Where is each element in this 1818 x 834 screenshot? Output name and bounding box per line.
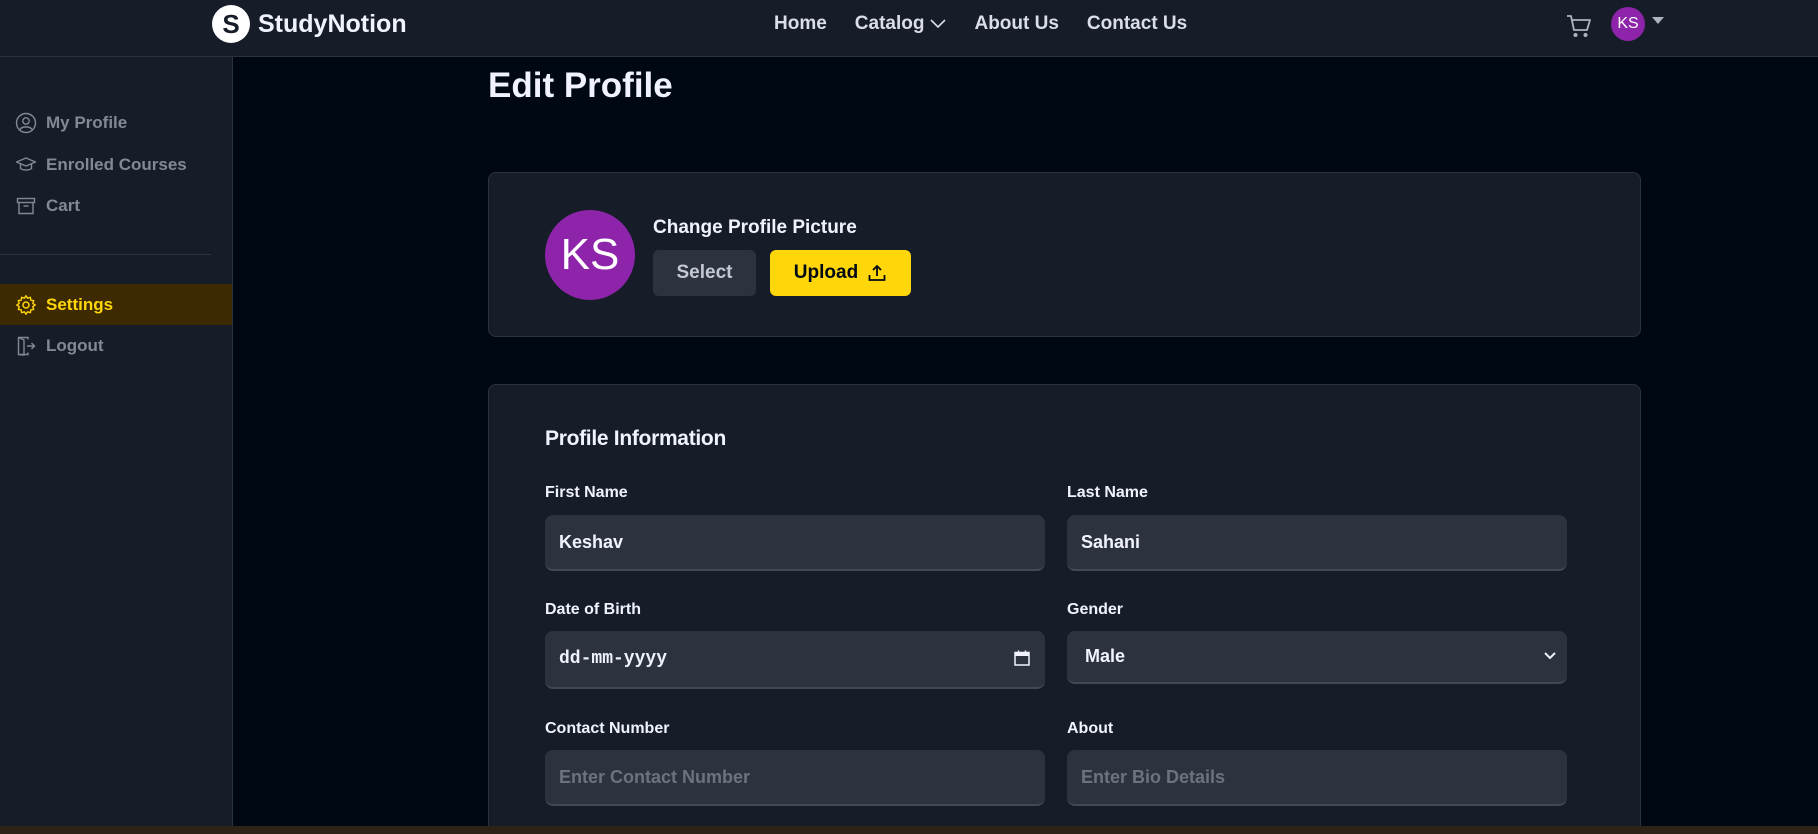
sidebar: My Profile Enrolled Courses Cart Setting… <box>0 57 233 834</box>
logo-mark-icon: S <box>212 5 250 43</box>
last-name-label: Last Name <box>1067 484 1148 501</box>
about-label: About <box>1067 720 1114 737</box>
nav-link-label: Catalog <box>854 13 925 34</box>
sidebar-item-settings[interactable]: Settings <box>0 284 232 325</box>
gender-label: Gender <box>1067 601 1124 618</box>
nav-link-about[interactable]: About Us <box>974 13 1058 35</box>
upload-button[interactable]: Upload <box>770 250 911 296</box>
page-title: Edit Profile <box>488 66 673 105</box>
user-avatar[interactable]: KS <box>1611 7 1645 41</box>
archive-icon <box>16 197 36 214</box>
first-name-input[interactable]: Keshav <box>545 515 1045 571</box>
chevron-down-icon <box>1544 652 1556 660</box>
contact-number-label: Contact Number <box>545 720 670 737</box>
top-navbar: S StudyNotion Home Catalog About Us Cont… <box>0 0 1818 57</box>
logo-text: StudyNotion <box>258 9 407 38</box>
profile-picture-card: KS Change Profile Picture Select Upload <box>488 172 1641 337</box>
sidebar-item-label: Enrolled Courses <box>46 154 187 174</box>
user-circle-icon <box>15 112 37 133</box>
nav-links: Home Catalog About Us Contact Us <box>774 13 1187 35</box>
gear-icon <box>16 294 36 315</box>
nav-link-catalog[interactable]: Catalog <box>855 13 947 35</box>
select-button[interactable]: Select <box>653 250 756 296</box>
sidebar-item-label: Settings <box>46 294 114 314</box>
about-placeholder: Enter Bio Details <box>1081 766 1226 787</box>
graduation-cap-icon <box>15 156 37 171</box>
sidebar-item-label: Logout <box>46 335 104 355</box>
nav-link-label: About Us <box>974 13 1059 34</box>
profile-avatar: KS <box>545 210 635 300</box>
change-picture-label: Change Profile Picture <box>653 217 857 238</box>
sidebar-item-my-profile[interactable]: My Profile <box>0 102 232 143</box>
bottom-edge-strip <box>0 826 1818 834</box>
sidebar-item-label: Cart <box>46 195 81 215</box>
chevron-down-icon <box>930 19 947 29</box>
section-title: Profile Information <box>545 427 726 450</box>
last-name-input[interactable]: Sahani <box>1067 515 1567 571</box>
logout-icon <box>17 336 36 356</box>
nav-link-home[interactable]: Home <box>774 13 827 35</box>
contact-number-input[interactable]: Enter Contact Number <box>545 750 1045 806</box>
sidebar-divider <box>0 254 211 255</box>
upload-button-label: Upload <box>793 262 859 283</box>
upload-icon <box>868 265 886 281</box>
logo[interactable]: S StudyNotion <box>212 5 407 43</box>
dob-label: Date of Birth <box>545 601 641 618</box>
calendar-icon[interactable] <box>1013 649 1031 667</box>
sidebar-item-logout[interactable]: Logout <box>0 325 232 366</box>
caret-down-icon[interactable] <box>1652 17 1664 25</box>
gender-value: Male <box>1085 646 1126 666</box>
about-input[interactable]: Enter Bio Details <box>1067 750 1567 806</box>
profile-information-card: Profile Information First Name Keshav La… <box>488 384 1641 834</box>
cart-icon[interactable] <box>1565 12 1593 40</box>
nav-link-label: Home <box>774 13 827 34</box>
contact-number-placeholder: Enter Contact Number <box>559 766 751 787</box>
first-name-label: First Name <box>545 484 628 501</box>
sidebar-item-cart[interactable]: Cart <box>0 185 232 226</box>
gender-select[interactable]: Male <box>1067 631 1567 684</box>
nav-link-label: Contact Us <box>1086 13 1188 34</box>
dob-value: dd-mm-yyyy <box>559 649 668 669</box>
nav-link-contact[interactable]: Contact Us <box>1087 13 1187 35</box>
dob-input[interactable]: dd-mm-yyyy <box>545 631 1045 689</box>
sidebar-item-enrolled-courses[interactable]: Enrolled Courses <box>0 144 232 185</box>
sidebar-item-label: My Profile <box>46 112 128 132</box>
last-name-value: Sahani <box>1081 531 1141 552</box>
first-name-value: Keshav <box>559 531 624 552</box>
